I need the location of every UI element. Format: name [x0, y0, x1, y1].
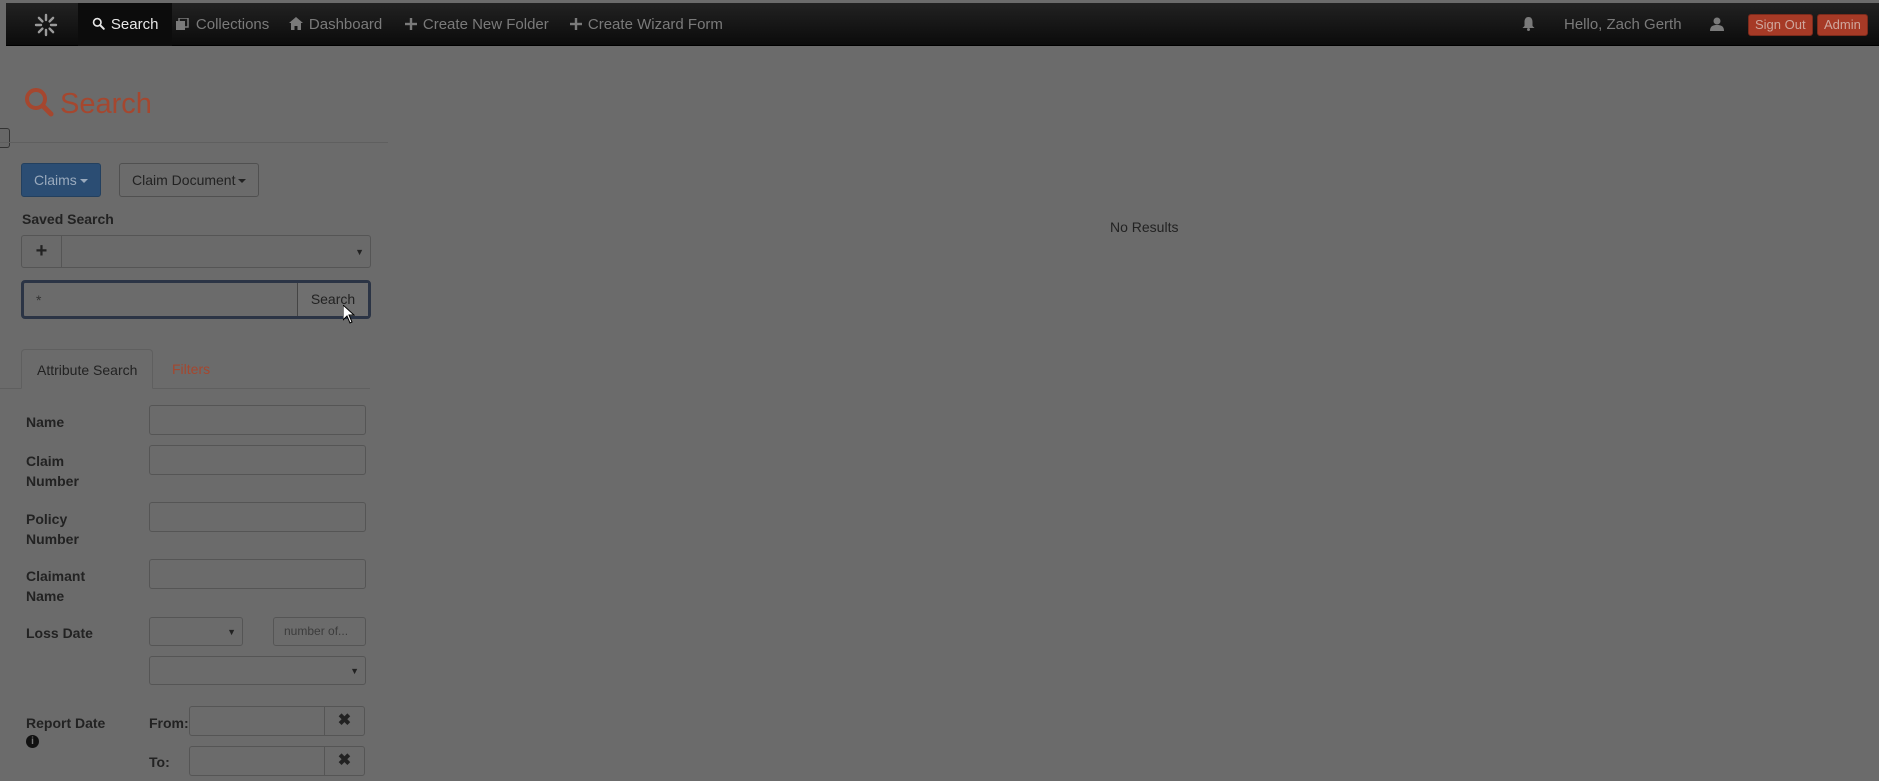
dropdown-arrow-icon: ▼: [355, 247, 364, 257]
claim-number-label-line-1: Claim: [26, 453, 65, 469]
loss-date-operator-select[interactable]: ▼: [149, 617, 243, 646]
policy-number-field[interactable]: [149, 502, 366, 532]
name-label: Name: [26, 414, 65, 430]
claimant-name-field[interactable]: [149, 559, 366, 589]
search-button[interactable]: Search: [297, 283, 368, 316]
loss-date-label: Loss Date: [26, 625, 93, 641]
saved-search-select[interactable]: + ▼: [21, 235, 371, 268]
notifications-bell[interactable]: [1522, 3, 1535, 46]
spinner-logo-icon[interactable]: [34, 13, 58, 37]
saved-search-label: Saved Search: [22, 211, 114, 227]
search-icon: [92, 16, 109, 32]
bell-icon: [1522, 16, 1535, 33]
search-input[interactable]: [24, 283, 297, 316]
panel-collapse-handle[interactable]: [0, 128, 10, 148]
loss-date-number-field[interactable]: number of...: [273, 617, 366, 646]
claim-number-label-line-2: Number: [26, 473, 79, 489]
tab-attribute-search[interactable]: Attribute Search: [21, 349, 154, 389]
title-divider: [0, 142, 388, 143]
mouse-cursor-icon: [343, 305, 355, 324]
type-claims-dropdown[interactable]: Claims: [21, 163, 101, 197]
clear-to-date-button[interactable]: ✖: [324, 747, 364, 775]
report-date-from-field[interactable]: ✖: [189, 706, 365, 736]
dropdown-arrow-icon: ▼: [350, 666, 359, 676]
nav-create-wizard[interactable]: Create Wizard Form: [570, 3, 723, 46]
collections-icon: [176, 16, 194, 32]
dropdown-arrow-icon: ▼: [227, 627, 236, 637]
close-icon: ✖: [337, 712, 352, 729]
nav-search[interactable]: Search: [78, 3, 173, 46]
tab-filters[interactable]: Filters: [157, 349, 225, 389]
user-icon: [1710, 16, 1724, 33]
home-icon: [289, 16, 307, 32]
policy-number-label: Policy Number: [26, 509, 79, 549]
user-profile[interactable]: [1710, 3, 1724, 46]
nav-create-folder-label: Create New Folder: [422, 16, 549, 33]
plus-icon: [405, 16, 421, 32]
nav-dashboard-label: Dashboard: [308, 16, 383, 33]
nav-search-label: Search: [110, 16, 159, 33]
loss-date-unit-select[interactable]: ▼: [149, 656, 366, 685]
name-field[interactable]: [149, 405, 366, 435]
info-icon[interactable]: i: [26, 735, 39, 748]
policy-number-label-line-2: Number: [26, 531, 79, 547]
report-date-to-label: To:: [149, 754, 170, 770]
type-claims-label: Claims: [34, 172, 77, 188]
add-saved-search-button[interactable]: +: [22, 236, 62, 267]
claim-number-label: Claim Number: [26, 451, 79, 491]
policy-number-label-line-1: Policy: [26, 511, 68, 527]
page-title: Search: [24, 84, 152, 124]
claim-number-field[interactable]: [149, 445, 366, 475]
clear-from-date-button[interactable]: ✖: [324, 707, 364, 735]
page-title-text: Search: [60, 88, 152, 120]
caret-down-icon: [79, 179, 88, 184]
nav-create-folder[interactable]: Create New Folder: [405, 3, 549, 46]
no-results-message: No Results: [1110, 219, 1179, 235]
admin-button[interactable]: Admin: [1817, 14, 1868, 36]
search-bar: Search: [21, 280, 371, 319]
type-claim-document-label: Claim Document: [132, 172, 236, 188]
claimant-name-label-line-1: Claimant: [26, 568, 86, 584]
nav-collections[interactable]: Collections: [176, 3, 269, 46]
close-icon: ✖: [337, 752, 352, 769]
search-icon: [25, 88, 54, 117]
caret-down-icon: [238, 179, 247, 184]
sign-out-button[interactable]: Sign Out: [1748, 14, 1813, 36]
nav-create-wizard-label: Create Wizard Form: [587, 16, 723, 33]
report-date-from-label: From:: [149, 715, 189, 731]
report-date-label: Report Date: [26, 715, 106, 731]
type-claim-document-dropdown[interactable]: Claim Document: [119, 163, 260, 197]
claimant-name-label-line-2: Name: [26, 588, 65, 604]
user-greeting[interactable]: Hello, Zach Gerth: [1564, 3, 1682, 46]
top-navbar: Search Collections Dashboard Create New …: [6, 3, 1879, 46]
nav-collections-label: Collections: [195, 16, 270, 33]
nav-dashboard[interactable]: Dashboard: [289, 3, 382, 46]
claimant-name-label: Claimant Name: [26, 566, 85, 606]
plus-icon: [570, 16, 586, 32]
report-date-to-field[interactable]: ✖: [189, 746, 365, 776]
